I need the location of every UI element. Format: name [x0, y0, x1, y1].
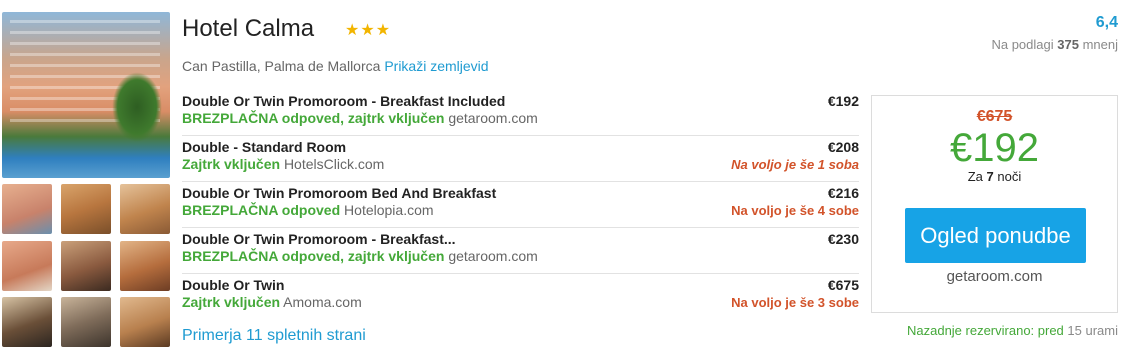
hotel-thumbnail[interactable] [61, 184, 111, 234]
reviews-suffix: mnenj [1082, 37, 1118, 52]
reviews-count: 375 [1057, 37, 1079, 52]
nights-suffix: noči [997, 169, 1022, 184]
view-offer-button[interactable]: Ogled ponudbe [905, 208, 1086, 263]
hotel-thumbnail[interactable] [120, 241, 170, 291]
deal-room-name[interactable]: Double Or Twin Promoroom Bed And Breakfa… [182, 185, 496, 201]
best-offer-box: €675 €192 Za 7 noči Ogled ponudbe getaro… [871, 95, 1118, 313]
offer-provider[interactable]: getaroom.com [872, 268, 1117, 285]
deal-availability: Na voljo je še 1 soba [731, 157, 859, 172]
deal-perk: BREZPLAČNA odpoved [182, 202, 341, 218]
hotel-name[interactable]: Hotel Calma [182, 15, 314, 43]
deal-price[interactable]: €216 [828, 185, 859, 201]
deal-provider[interactable]: Amoma.com [283, 294, 362, 310]
deal-row[interactable]: Double Or Twin Promoroom Bed And Breakfa… [182, 185, 859, 228]
deal-availability: Na voljo je še 4 sobe [731, 203, 859, 218]
deal-room-name[interactable]: Double Or Twin Promoroom - Breakfast Inc… [182, 93, 505, 109]
deal-details: Zajtrk vključen Amoma.com [182, 294, 362, 310]
deal-provider[interactable]: Hotelopia.com [344, 202, 434, 218]
deal-perk: Zajtrk vključen [182, 156, 281, 172]
last-booked-info: Nazadnje rezervirano: pred 15 urami [907, 323, 1118, 338]
hotel-thumbnail[interactable] [120, 297, 170, 347]
deal-provider[interactable]: getaroom.com [448, 110, 537, 126]
hotel-thumbnail[interactable] [2, 297, 52, 347]
original-price: €675 [976, 108, 1013, 125]
hotel-thumbnail[interactable] [2, 241, 52, 291]
nights-count: 7 [986, 169, 994, 184]
reviews-prefix: Na podlagi [991, 37, 1054, 52]
deal-availability: Na voljo je še 3 sobe [731, 295, 859, 310]
nights-prefix: Za [967, 169, 983, 184]
deal-row[interactable]: Double Or Twin Promoroom - Breakfast... … [182, 231, 859, 274]
deal-price[interactable]: €675 [828, 277, 859, 293]
hotel-thumbnail[interactable] [120, 184, 170, 234]
star-rating-icon: ★★★ [345, 22, 392, 39]
hotel-location: Can Pastilla, Palma de Mallorca Prikaži … [182, 58, 489, 74]
deal-perk: BREZPLAČNA odpoved, zajtrk vključen [182, 110, 445, 126]
deal-price[interactable]: €192 [828, 93, 859, 109]
deal-room-name[interactable]: Double Or Twin Promoroom - Breakfast... [182, 231, 456, 247]
deal-perk: Zajtrk vključen [182, 294, 281, 310]
hotel-main-photo[interactable] [2, 12, 170, 178]
last-booked-value: 15 urami [1067, 323, 1118, 338]
stay-length: Za 7 noči [872, 169, 1117, 184]
deal-provider[interactable]: getaroom.com [448, 248, 537, 264]
rating-score: 6,4 [1095, 14, 1118, 31]
offer-price[interactable]: €192 [872, 126, 1117, 171]
deal-details: Zajtrk vključen HotelsClick.com [182, 156, 384, 172]
deal-perk: BREZPLAČNA odpoved, zajtrk vključen [182, 248, 445, 264]
deal-provider[interactable]: HotelsClick.com [284, 156, 384, 172]
hotel-thumbnail[interactable] [2, 184, 52, 234]
deal-row[interactable]: Double - Standard Room €208 Zajtrk vklju… [182, 139, 859, 182]
show-map-link[interactable]: Prikaži zemljevid [384, 58, 488, 74]
last-booked-prefix: Nazadnje rezervirano: pred [906, 323, 1064, 338]
deal-price[interactable]: €230 [828, 231, 859, 247]
hotel-thumbnail[interactable] [61, 297, 111, 347]
deal-row[interactable]: Double Or Twin €675 Zajtrk vključen Amom… [182, 277, 859, 319]
hotel-thumbnail[interactable] [61, 241, 111, 291]
deal-price[interactable]: €208 [828, 139, 859, 155]
deal-details: BREZPLAČNA odpoved Hotelopia.com [182, 202, 434, 218]
deal-room-name[interactable]: Double Or Twin [182, 277, 284, 293]
deal-room-name[interactable]: Double - Standard Room [182, 139, 346, 155]
deal-details: BREZPLAČNA odpoved, zajtrk vključen geta… [182, 110, 538, 126]
reviews-summary[interactable]: Na podlagi 375 mnenj [991, 37, 1118, 52]
deal-row[interactable]: Double Or Twin Promoroom - Breakfast Inc… [182, 93, 859, 136]
location-text: Can Pastilla, Palma de Mallorca [182, 58, 381, 74]
compare-sites-link[interactable]: Primerja 11 spletnih strani [182, 327, 366, 345]
deal-details: BREZPLAČNA odpoved, zajtrk vključen geta… [182, 248, 538, 264]
